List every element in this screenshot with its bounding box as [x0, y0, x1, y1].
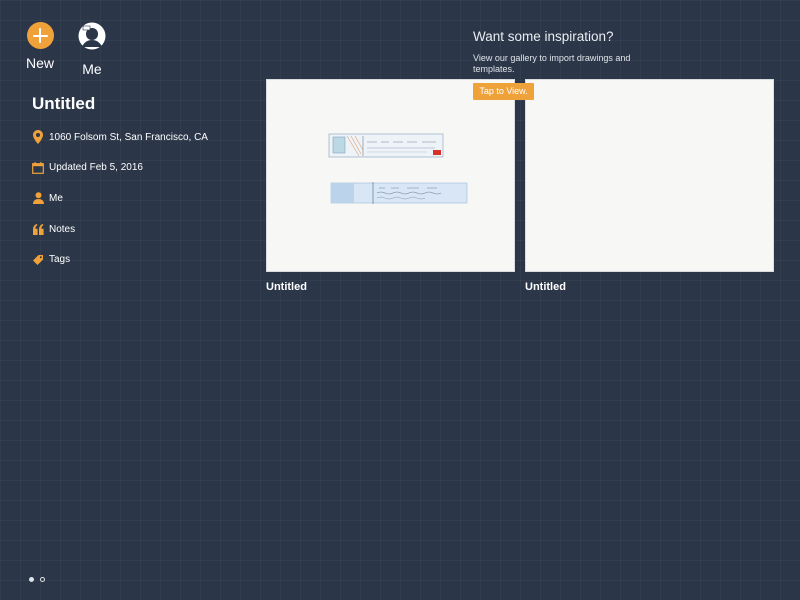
- page-dot[interactable]: [40, 577, 45, 582]
- location-text: 1060 Folsom St, San Francisco, CA: [49, 131, 208, 143]
- calendar-icon: [32, 161, 44, 175]
- me-button[interactable]: Me: [72, 22, 112, 77]
- author-row[interactable]: Me: [32, 191, 252, 205]
- avatar-icon: [78, 22, 106, 50]
- sketch-image: [328, 133, 468, 204]
- drawing-name[interactable]: Untitled: [266, 281, 515, 293]
- me-label: Me: [82, 61, 102, 77]
- tags-text: Tags: [49, 254, 71, 266]
- notes-row[interactable]: Notes: [32, 222, 252, 236]
- notes-text: Notes: [49, 223, 76, 235]
- drawing-thumbnail[interactable]: [525, 79, 774, 272]
- inspiration-title: Want some inspiration?: [473, 29, 614, 44]
- tap-to-view-button[interactable]: Tap to View.: [473, 83, 534, 100]
- page-indicator[interactable]: [29, 577, 45, 582]
- updated-row: Updated Feb 5, 2016: [32, 161, 252, 175]
- new-button[interactable]: New: [20, 22, 60, 71]
- plus-icon: [26, 22, 54, 49]
- document-info-panel: Untitled 1060 Folsom St, San Francisco, …: [32, 94, 252, 283]
- drawing-name[interactable]: Untitled: [525, 281, 774, 293]
- quote-icon: [32, 222, 44, 236]
- person-icon: [32, 191, 44, 205]
- tag-icon: [32, 253, 44, 267]
- inspiration-panel: Want some inspiration? View our gallery …: [473, 29, 673, 75]
- updated-text: Updated Feb 5, 2016: [49, 162, 143, 174]
- tags-row[interactable]: Tags: [32, 253, 252, 267]
- new-label: New: [25, 55, 54, 71]
- page-dot[interactable]: [29, 577, 34, 582]
- location-row[interactable]: 1060 Folsom St, San Francisco, CA: [32, 130, 252, 144]
- drawing-tile[interactable]: Untitled: [266, 79, 515, 293]
- inspiration-text: View our gallery to import drawings and …: [473, 53, 631, 74]
- drawing-tile[interactable]: Untitled: [525, 79, 774, 293]
- author-text: Me: [49, 192, 63, 204]
- drawing-thumbnail[interactable]: [266, 79, 515, 272]
- location-pin-icon: [32, 130, 44, 144]
- document-title[interactable]: Untitled: [32, 94, 252, 114]
